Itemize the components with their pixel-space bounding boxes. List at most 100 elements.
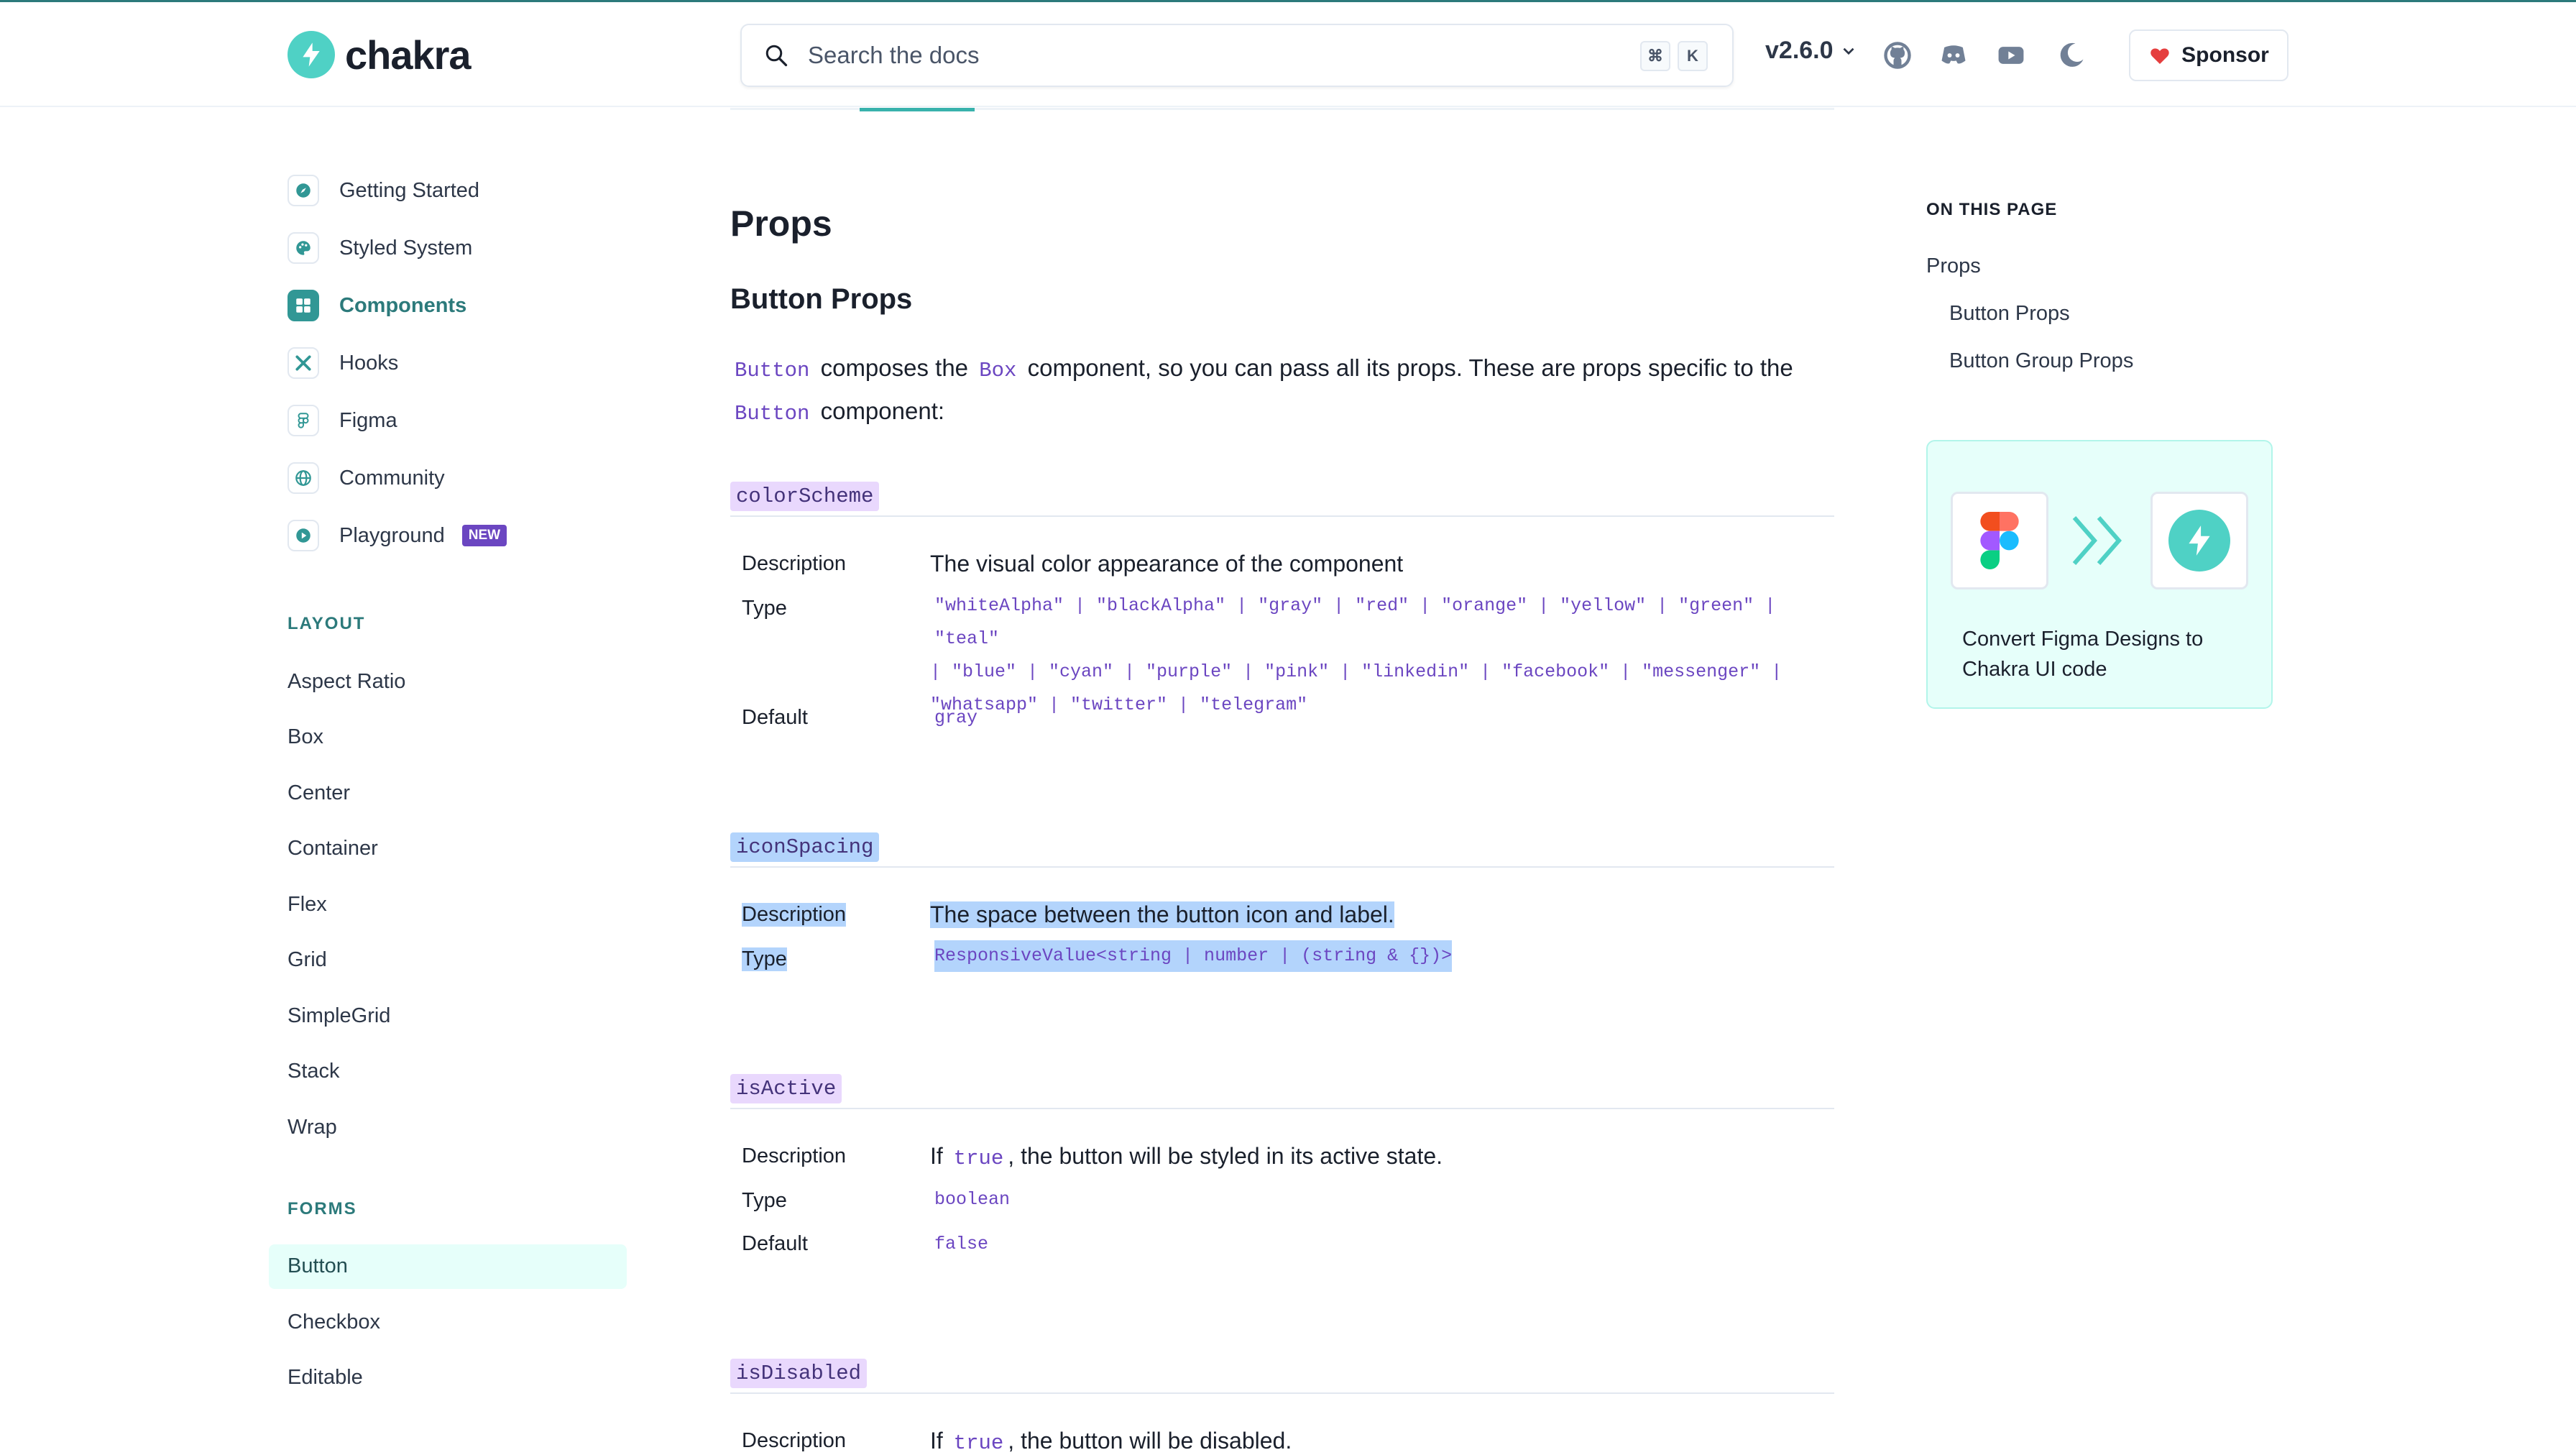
description-label: Description: [742, 1144, 847, 1167]
chakra-logo-icon: [2150, 492, 2248, 589]
chakra-logo[interactable]: chakra: [288, 29, 472, 80]
desc-text: If: [930, 1143, 943, 1169]
inline-code: Button: [735, 359, 810, 382]
moon-icon[interactable]: [2056, 40, 2087, 71]
desc-text: , the button will be styled in its activ…: [1008, 1143, 1443, 1169]
sidebar-item-label: Getting Started: [339, 178, 480, 202]
sidebar-link-grid[interactable]: Grid: [288, 948, 327, 972]
sidebar-item-label: Components: [339, 293, 467, 317]
tab-active-indicator: [860, 108, 975, 111]
toc-link-button-group-props[interactable]: Button Group Props: [1949, 349, 2133, 373]
sidebar-item-label: Playground: [339, 523, 445, 547]
sidebar-item-figma[interactable]: Figma: [288, 403, 397, 439]
inline-code: Box: [979, 359, 1017, 382]
sidebar-item-community[interactable]: Community: [288, 460, 445, 496]
default-value: gray: [934, 707, 978, 728]
description-label: Description: [742, 552, 847, 575]
type-line: "whiteAlpha" | "blackAlpha" | "gray" | "…: [934, 595, 1776, 649]
toc-link-props[interactable]: Props: [1926, 254, 1981, 278]
type-label: Type: [742, 1189, 787, 1212]
type-value: boolean: [934, 1189, 1011, 1210]
sidebar-link-center[interactable]: Center: [288, 781, 350, 805]
bolt-icon: [288, 31, 335, 78]
sidebar-item-label: Community: [339, 466, 445, 490]
sidebar-link-simplegrid[interactable]: SimpleGrid: [288, 1004, 390, 1028]
search-icon: [765, 45, 788, 67]
promo-line: Chakra UI code: [1962, 658, 2107, 681]
prop-iconspacing: iconSpacing Description The space betwee…: [730, 832, 1834, 991]
sidebar-link-wrap[interactable]: Wrap: [288, 1116, 337, 1139]
kbd-cmd: ⌘: [1640, 41, 1670, 71]
sidebar-link-flex[interactable]: Flex: [288, 893, 327, 917]
default-value: false: [934, 1234, 989, 1254]
desc-text: If: [930, 1428, 943, 1454]
chevron-down-icon: [1843, 47, 1854, 55]
sidebar-item-label: Hooks: [339, 351, 399, 375]
divider: [730, 1108, 1834, 1109]
intro-text: component:: [820, 398, 945, 424]
sidebar-item-components[interactable]: Components: [288, 288, 466, 323]
sidebar-item-hooks[interactable]: Hooks: [288, 345, 398, 381]
type-value: "whiteAlpha" | "blackAlpha" | "gray" | "…: [930, 589, 1836, 722]
figma-icon: [288, 405, 319, 436]
description-label: Description: [742, 1429, 847, 1452]
sponsor-button[interactable]: Sponsor: [2129, 29, 2288, 81]
description-value: If true, the button will be styled in it…: [930, 1143, 1443, 1170]
header: chakra Search the docs ⌘ K v2.6.0 Sponso…: [0, 2, 2576, 107]
globe-icon: [288, 462, 319, 494]
figma-promo-card[interactable]: Convert Figma Designs to Chakra UI code: [1926, 440, 2273, 709]
forms-section-title: FORMS: [288, 1199, 357, 1218]
sidebar-link-checkbox[interactable]: Checkbox: [288, 1311, 380, 1334]
description-value: The visual color appearance of the compo…: [930, 551, 1404, 577]
toc-title: ON THIS PAGE: [1926, 200, 2058, 219]
sidebar-link-box[interactable]: Box: [288, 725, 323, 749]
prop-isdisabled: isDisabled Description If true, the butt…: [730, 1359, 1834, 1455]
palette-icon: [288, 232, 319, 264]
inline-code: Button: [735, 402, 810, 426]
figma-logo-icon: [1951, 492, 2048, 589]
intro-paragraph: Button composes the Box component, so yo…: [730, 348, 1837, 434]
prop-name: isDisabled: [730, 1359, 868, 1388]
prop-isactive: isActive Description If true, the button…: [730, 1074, 1834, 1290]
sponsor-label: Sponsor: [2181, 43, 2269, 67]
sidebar-link-aspect-ratio[interactable]: Aspect Ratio: [288, 670, 405, 694]
sidebar-link-button[interactable]: Button: [288, 1254, 348, 1278]
default-label: Default: [742, 706, 808, 729]
type-value: ResponsiveValue<string | number | (strin…: [934, 940, 1453, 972]
toc-link-button-props[interactable]: Button Props: [1949, 302, 2070, 326]
prop-name: colorScheme: [730, 482, 880, 511]
sidebar-item-playground[interactable]: Playground NEW: [288, 518, 507, 554]
sidebar-link-editable[interactable]: Editable: [288, 1366, 363, 1390]
description-value: The space between the button icon and la…: [930, 901, 1394, 928]
type-line: | "blue" | "cyan" | "purple" | "pink" | …: [930, 661, 1782, 682]
intro-text: composes the: [820, 354, 969, 381]
new-badge: NEW: [461, 525, 507, 546]
divider: [730, 1392, 1834, 1394]
tools-icon: [288, 347, 319, 379]
page-heading: Props: [730, 203, 832, 244]
heart-icon: [2150, 48, 2169, 64]
version-select[interactable]: v2.6.0: [1765, 37, 1858, 65]
play-icon: [288, 520, 319, 551]
search-input[interactable]: Search the docs ⌘ K: [740, 24, 1734, 87]
sidebar-link-container[interactable]: Container: [288, 837, 378, 860]
description-value: If true, the button will be disabled.: [930, 1428, 1292, 1455]
discord-icon[interactable]: [1938, 40, 1969, 71]
sidebar-item-getting-started[interactable]: Getting Started: [288, 173, 479, 208]
youtube-icon[interactable]: [1995, 40, 2027, 71]
github-icon[interactable]: [1882, 40, 1913, 71]
divider: [730, 515, 1834, 517]
sidebar-link-stack[interactable]: Stack: [288, 1060, 340, 1083]
kbd-k: K: [1678, 41, 1708, 71]
grid-icon: [288, 290, 319, 321]
inline-code: true: [953, 1431, 1004, 1455]
promo-line: Convert Figma Designs to: [1962, 628, 2204, 651]
type-label: Type: [742, 597, 787, 620]
description-label: Description: [742, 903, 847, 927]
default-label: Default: [742, 1232, 808, 1255]
sidebar-item-styled-system[interactable]: Styled System: [288, 230, 472, 266]
type-line: "whatsapp" | "twitter" | "telegram": [930, 694, 1308, 715]
search-shortcut: ⌘ K: [1640, 41, 1708, 71]
version-label: v2.6.0: [1765, 37, 1834, 64]
promo-text: Convert Figma Designs to Chakra UI code: [1962, 624, 2203, 684]
